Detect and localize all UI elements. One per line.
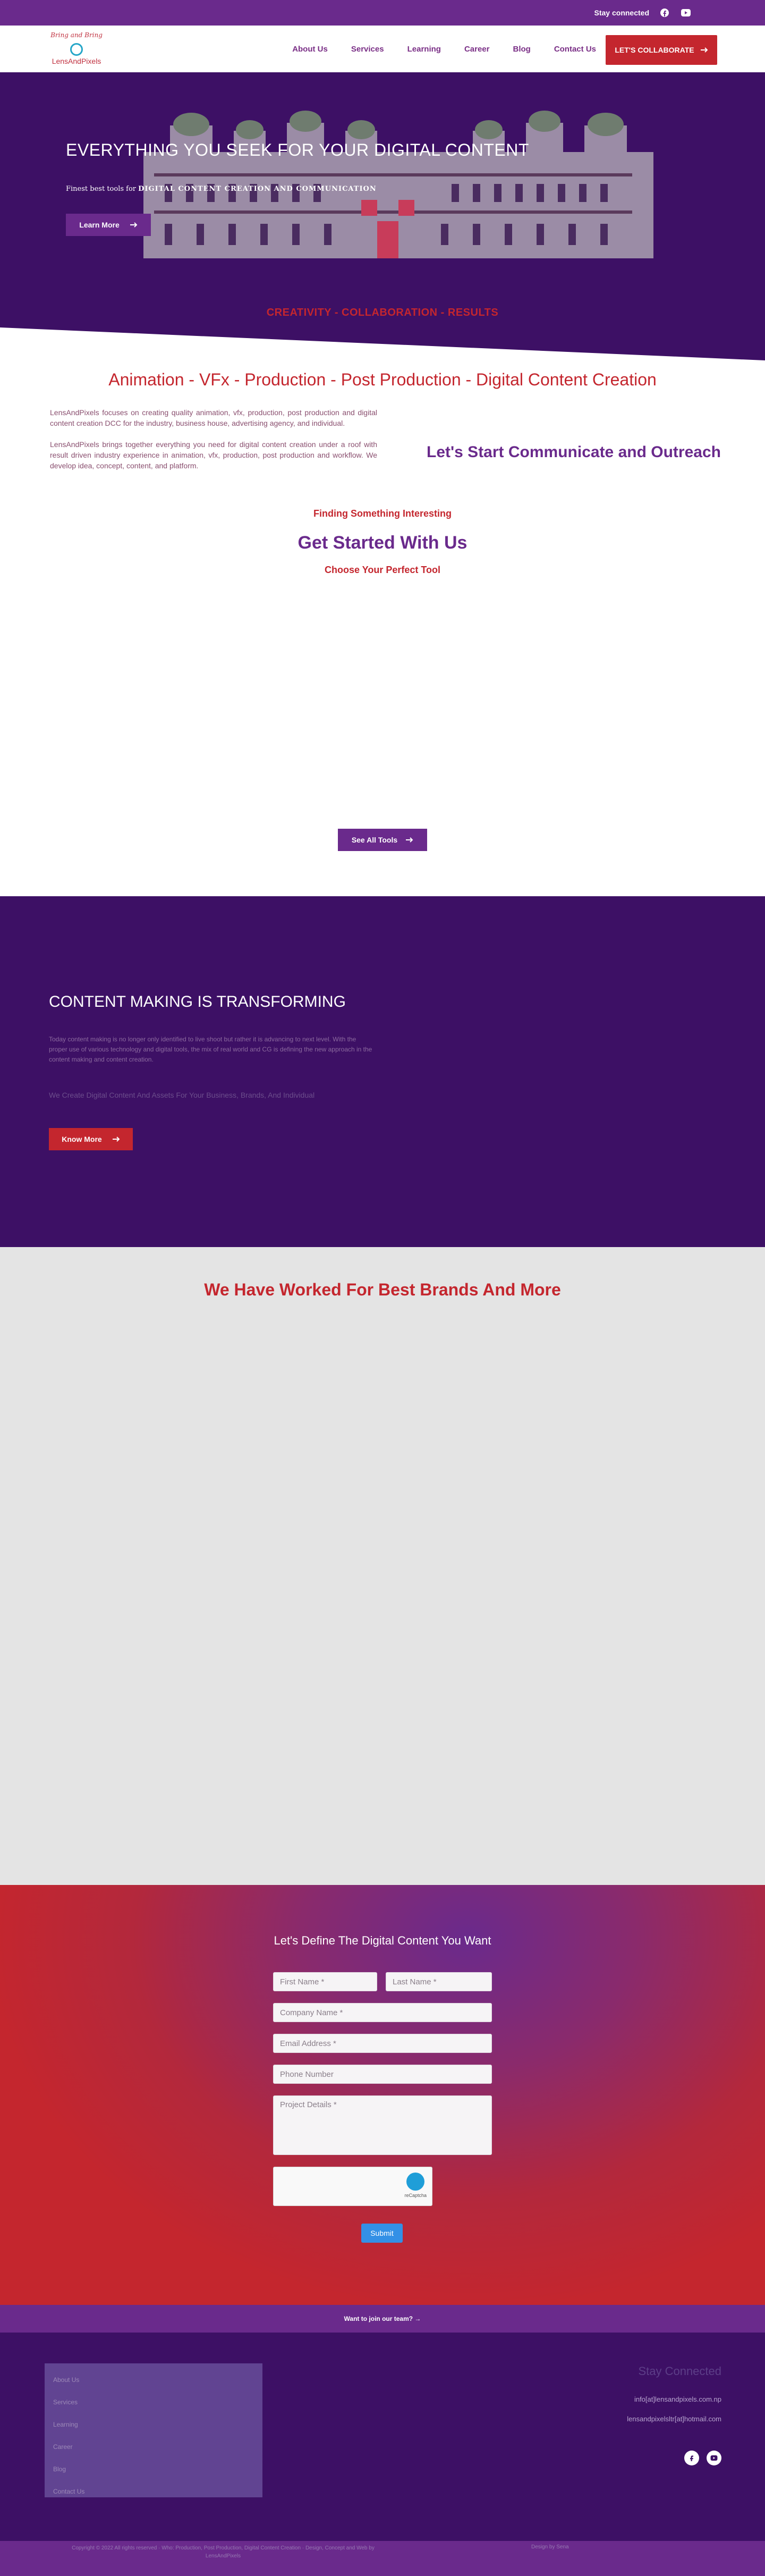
footer-menu: About Us Services Learning Career Blog C… [45, 2363, 262, 2497]
youtube-icon[interactable] [707, 2451, 721, 2465]
know-more-label: Know More [62, 1135, 102, 1143]
slant-divider [0, 323, 765, 370]
site-footer: About Us Services Learning Career Blog C… [0, 2333, 765, 2541]
transform-text: Today content making is no longer only i… [49, 1036, 372, 1063]
hero-subtitle: Finest best tools for DIGITAL CONTENT CR… [66, 185, 377, 193]
intro-paragraph-2: LensAndPixels brings together everything… [50, 440, 377, 470]
brands-title: We Have Worked For Best Brands And More [204, 1280, 561, 1299]
copyright-text: Copyright © 2022 All rights reserved · W… [72, 2545, 375, 2559]
footer-contact: Stay Connected info[at]lensandpixels.com… [627, 2364, 721, 2435]
footer-link-blog[interactable]: Blog [45, 2458, 262, 2480]
project-details-field[interactable]: Project Details * [273, 2095, 492, 2155]
footer-link-learning[interactable]: Learning [45, 2413, 262, 2436]
hero-tagline: CREATIVITY - COLLABORATION - RESULTS [266, 307, 499, 318]
arrow-right-icon [130, 221, 138, 229]
footer-link-about[interactable]: About Us [45, 2369, 262, 2391]
intro-title: Animation - VFx - Production - Post Prod… [108, 370, 657, 389]
facebook-icon[interactable] [659, 7, 670, 19]
copyright-bar: Copyright © 2022 All rights reserved · W… [0, 2541, 765, 2576]
join-team-link[interactable]: Want to join our team? → [0, 2305, 765, 2333]
transform-title: CONTENT MAKING IS TRANSFORMING [49, 993, 346, 1011]
see-all-tools-button[interactable]: See All Tools [338, 829, 427, 851]
tools-heading: Get Started With Us [298, 533, 468, 553]
hero-subtitle-emphasis: DIGITAL CONTENT CREATION AND COMMUNICATI… [138, 185, 377, 193]
submit-button[interactable]: Submit [361, 2224, 403, 2243]
know-more-button[interactable]: Know More [49, 1128, 133, 1150]
site-header: Bring and Bring LensAndPixels About Us S… [0, 26, 765, 72]
hero-title: EVERYTHING YOU SEEK FOR YOUR DIGITAL CON… [66, 140, 529, 159]
arrow-right-icon [700, 46, 708, 54]
arrow-right-icon [406, 836, 413, 844]
facebook-icon[interactable] [684, 2451, 699, 2465]
contact-title: Let's Define The Digital Content You Wan… [274, 1934, 491, 1947]
youtube-icon[interactable] [680, 7, 692, 19]
footer-link-services[interactable]: Services [45, 2391, 262, 2413]
collaborate-label: LET'S COLLABORATE [615, 46, 694, 54]
contact-section: Let's Define The Digital Content You Wan… [0, 1885, 765, 2305]
see-all-tools-label: See All Tools [351, 836, 398, 844]
tools-kicker: Finding Something Interesting [313, 508, 452, 519]
nav-item-contact[interactable]: Contact Us [554, 45, 596, 54]
footer-link-career[interactable]: Career [45, 2436, 262, 2458]
company-name-field[interactable]: Company Name * [273, 2003, 492, 2022]
footer-heading: Stay Connected [638, 2364, 721, 2378]
intro-section: Animation - VFx - Production - Post Prod… [0, 370, 765, 508]
phone-field[interactable]: Phone Number [273, 2065, 492, 2084]
transform-section: CONTENT MAKING IS TRANSFORMING Today con… [0, 896, 765, 1247]
recaptcha-label: reCaptcha [404, 2193, 427, 2198]
email-field[interactable]: Email Address * [273, 2034, 492, 2053]
footer-email-2[interactable]: lensandpixelsltr[at]hotmail.com [627, 2415, 721, 2423]
first-name-field[interactable]: First Name * [273, 1972, 377, 1991]
hero-section: EVERYTHING YOU SEEK FOR YOUR DIGITAL CON… [0, 72, 765, 327]
site-logo[interactable]: Bring and Bring LensAndPixels [45, 30, 108, 68]
learn-more-button[interactable]: Learn More [66, 214, 151, 236]
intro-paragraph-1: LensAndPixels focuses on creating qualit… [50, 408, 377, 427]
learn-more-label: Learn More [79, 221, 120, 229]
nav-item-services[interactable]: Services [351, 45, 384, 54]
arrow-right-icon [112, 1135, 120, 1143]
collaborate-button[interactable]: LET'S COLLABORATE [606, 35, 717, 65]
tools-section: Finding Something Interesting Get Starte… [0, 508, 765, 896]
logo-name: LensAndPixels [52, 57, 101, 65]
topbar: Stay connected [0, 0, 765, 26]
footer-social-icons [684, 2451, 721, 2465]
outreach-heading: Let's Start Communicate and Outreach [427, 443, 721, 461]
logo-tagline: Bring and Bring [50, 31, 103, 39]
design-credit[interactable]: Design by Sena [531, 2544, 569, 2550]
intro-text: LensAndPixels focuses on creating qualit… [50, 407, 377, 471]
hero-subtitle-prefix: Finest best tools for [66, 185, 137, 193]
last-name-field[interactable]: Last Name * [386, 1972, 492, 1991]
footer-email-1[interactable]: info[at]lensandpixels.com.np [627, 2395, 721, 2403]
recaptcha-widget[interactable]: reCaptcha [273, 2167, 432, 2206]
nav-item-learning[interactable]: Learning [407, 45, 441, 54]
tools-subheading: Choose Your Perfect Tool [324, 565, 441, 575]
logo-mark-icon [70, 43, 83, 56]
footer-link-contact[interactable]: Contact Us [45, 2480, 262, 2503]
transform-muted-text: We Create Digital Content And Assets For… [49, 1091, 315, 1099]
stay-connected-label: Stay connected [594, 9, 649, 17]
palace-hero-image [112, 94, 664, 267]
recaptcha-icon [406, 2173, 424, 2191]
nav-item-about[interactable]: About Us [292, 45, 328, 54]
nav-item-blog[interactable]: Blog [513, 45, 530, 54]
brands-section: We Have Worked For Best Brands And More [0, 1247, 765, 1885]
nav-item-career[interactable]: Career [464, 45, 490, 54]
main-nav: About Us Services Learning Career Blog C… [292, 26, 596, 72]
